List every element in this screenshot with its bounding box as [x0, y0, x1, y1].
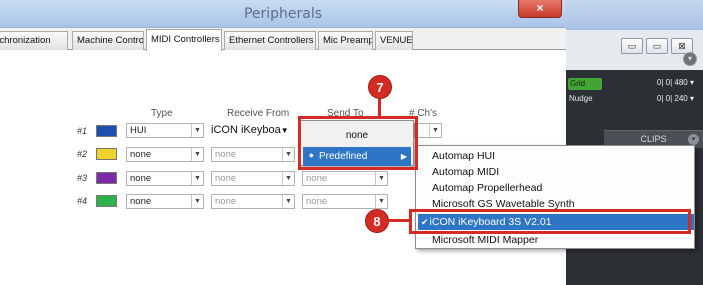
tab-venue[interactable]: VENUE: [375, 31, 413, 50]
color-swatch[interactable]: [96, 125, 117, 137]
row-number: #4: [77, 196, 88, 206]
minimize-button[interactable]: ▭: [621, 38, 643, 54]
tab-synchronization[interactable]: Synchronization: [0, 31, 68, 50]
clips-menu-icon[interactable]: ▾: [688, 134, 699, 145]
chevron-down-icon: ▼: [191, 148, 203, 161]
chevron-down-icon: ▼: [191, 172, 203, 185]
tab-bar: Synchronization Machine Control MIDI Con…: [0, 29, 566, 51]
grid-counter: 0| 0| 480 ▾: [656, 78, 694, 87]
type-select[interactable]: HUI ▼: [126, 123, 204, 138]
send-to-select[interactable]: none ▼: [302, 194, 388, 209]
row-number: #3: [77, 173, 88, 183]
tab-midi-controllers[interactable]: MIDI Controllers: [146, 29, 222, 51]
type-value: none: [130, 149, 152, 160]
highlight-box-icon-keyboard: [409, 209, 691, 234]
receive-value: none: [215, 196, 237, 207]
type-select[interactable]: none ▼: [126, 171, 204, 186]
nudge-counter: 0| 0| 240 ▾: [656, 94, 694, 103]
callout-badge-7: 7: [368, 75, 392, 99]
chevron-down-icon: ▼: [191, 124, 203, 137]
callout-leader-line: [389, 219, 410, 222]
title-bar[interactable]: Peripherals ×: [0, 0, 566, 28]
nudge-row[interactable]: Nudge 0| 0| 240 ▾: [566, 92, 703, 108]
restore-button[interactable]: ▭: [646, 38, 668, 54]
receive-value: none: [215, 173, 237, 184]
window-title: Peripherals: [243, 6, 323, 22]
submenu-item[interactable]: Automap MIDI: [432, 166, 499, 178]
receive-value: none: [215, 149, 237, 160]
chevron-down-icon: ▼: [282, 195, 294, 208]
type-value: HUI: [130, 125, 147, 136]
send-value: none: [306, 173, 328, 184]
send-to-select[interactable]: none ▼: [302, 171, 388, 186]
close-button[interactable]: ×: [518, 0, 562, 18]
receive-value: iCON iKeyboa: [211, 124, 281, 136]
chevron-down-icon: ▼: [280, 126, 289, 135]
header-type: Type: [151, 108, 173, 119]
grid-row[interactable]: Grid 0| 0| 480 ▾: [566, 76, 703, 92]
tab-machine-control[interactable]: Machine Control: [72, 31, 144, 50]
callout-leader-line: [378, 96, 381, 117]
clips-label: CLIPS: [640, 134, 667, 144]
chevron-down-icon: ▼: [191, 195, 203, 208]
header-receive-from: Receive From: [227, 108, 290, 119]
highlight-box-send-to: [298, 116, 418, 170]
grid-badge: Grid: [568, 78, 602, 90]
tab-mic-preamps[interactable]: Mic Preamps: [318, 31, 373, 50]
nudge-label: Nudge: [569, 94, 593, 103]
chevron-down-icon: ▼: [282, 172, 294, 185]
row-number: #1: [77, 126, 88, 136]
color-swatch[interactable]: [96, 148, 117, 160]
protools-toolbar: ▭ ▭ ⊠: [566, 30, 703, 70]
chevron-down-icon: ▼: [429, 124, 441, 137]
row-number: #2: [77, 149, 88, 159]
receive-from-select[interactable]: iCON iKeyboa▼: [211, 124, 295, 140]
submenu-item[interactable]: Automap Propellerhead: [432, 182, 542, 194]
chevron-down-icon: ▼: [375, 195, 387, 208]
expand-icon[interactable]: ▾: [683, 52, 697, 66]
color-swatch[interactable]: [96, 195, 117, 207]
protools-titlebar: [566, 0, 703, 30]
receive-from-select[interactable]: none ▼: [211, 147, 295, 162]
submenu-item[interactable]: Microsoft MIDI Mapper: [432, 234, 538, 246]
type-value: none: [130, 196, 152, 207]
callout-badge-8: 8: [365, 209, 389, 233]
color-swatch[interactable]: [96, 172, 117, 184]
type-value: none: [130, 173, 152, 184]
type-select[interactable]: none ▼: [126, 147, 204, 162]
chevron-down-icon: ▼: [282, 148, 294, 161]
type-select[interactable]: none ▼: [126, 194, 204, 209]
chs-select[interactable]: ▼: [414, 123, 442, 138]
receive-from-select[interactable]: none ▼: [211, 194, 295, 209]
tab-ethernet-controllers[interactable]: Ethernet Controllers: [224, 31, 316, 50]
submenu-item[interactable]: Automap HUI: [432, 150, 495, 162]
receive-from-select[interactable]: none ▼: [211, 171, 295, 186]
chevron-down-icon: ▼: [375, 172, 387, 185]
send-value: none: [306, 196, 328, 207]
